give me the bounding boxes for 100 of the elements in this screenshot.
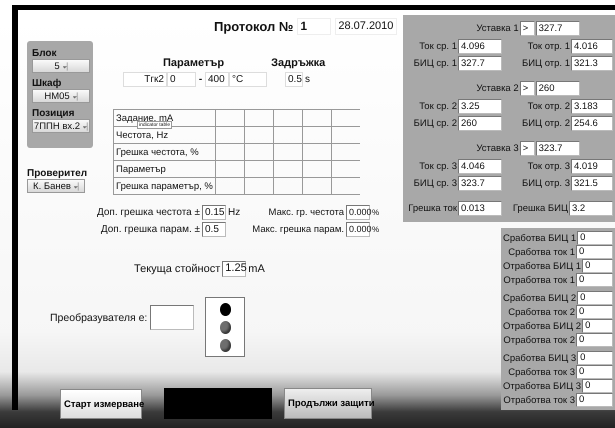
- trip-label: Сработва ток 2: [508, 306, 575, 318]
- trip-field[interactable]: 0: [577, 291, 613, 305]
- trip-field[interactable]: 0: [576, 393, 613, 407]
- delay-field[interactable]: 0.5: [285, 72, 303, 87]
- reading-label: Ток отр. 2: [528, 101, 570, 112]
- unit-label: %: [372, 208, 380, 217]
- trip-field[interactable]: 0: [577, 351, 613, 365]
- table-cell: [244, 126, 274, 144]
- trip-label: Отработва ток 2: [503, 334, 575, 346]
- reading-field[interactable]: 4.046: [458, 159, 502, 174]
- inspector-label: Проверител: [27, 168, 88, 179]
- table-cell: [331, 110, 360, 126]
- unit-label: s: [305, 74, 310, 85]
- reading-label: Ток отр. 3: [528, 161, 570, 172]
- table-cell: [244, 160, 274, 178]
- setpoint-field[interactable]: 323.7: [536, 141, 580, 156]
- min-field[interactable]: 0: [167, 72, 196, 87]
- date-field[interactable]: 28.07.2010: [335, 18, 398, 35]
- protocol-number-field[interactable]: 1: [297, 18, 332, 35]
- reading-field[interactable]: 4.019: [571, 159, 613, 174]
- caret-icon: [62, 62, 68, 70]
- parameter-name-field[interactable]: Тгк2: [123, 72, 167, 87]
- table-cell: [273, 178, 302, 194]
- reading-label: БИЦ ср. 1: [414, 58, 457, 69]
- table-cell: [302, 144, 332, 160]
- trip-field[interactable]: 0: [576, 365, 613, 379]
- reading-label: Ток ср. 2: [419, 101, 457, 112]
- reading-label: БИЦ отр. 2: [522, 118, 570, 129]
- table-cell: [273, 144, 302, 160]
- error-field[interactable]: 3.2: [569, 201, 613, 216]
- trip-label: Сработва БИЦ 1: [503, 232, 576, 244]
- dropdown[interactable]: 5: [32, 59, 90, 73]
- table-cell: [302, 160, 332, 178]
- unit-label: mA: [248, 263, 265, 275]
- setpoint-field[interactable]: 327.7: [536, 21, 580, 36]
- caret-icon: [74, 182, 79, 190]
- converter-label: Преобразувателя е:: [50, 312, 148, 324]
- operator-field[interactable]: >: [520, 21, 535, 36]
- operator-field[interactable]: >: [520, 141, 535, 156]
- dropdown[interactable]: К. Банев: [27, 179, 85, 193]
- selector-label: Блок: [32, 48, 58, 59]
- trip-label: Сработва ток 1: [508, 246, 575, 258]
- max-error-field[interactable]: 0.000: [346, 222, 370, 237]
- trip-field[interactable]: 0: [582, 259, 613, 273]
- setpoint-label: Уставка 3: [476, 143, 519, 154]
- reading-field[interactable]: 321.3: [571, 56, 613, 71]
- trip-field[interactable]: 0: [577, 231, 613, 245]
- converter-field[interactable]: [150, 305, 194, 330]
- reading-field[interactable]: 323.7: [458, 176, 502, 191]
- reading-field[interactable]: 4.096: [458, 39, 502, 54]
- trip-label: Сработва БИЦ 2: [503, 292, 576, 304]
- reading-field[interactable]: 3.25: [458, 99, 502, 114]
- trip-label: Отработва ток 1: [503, 274, 575, 286]
- trip-label: Сработва БИЦ 3: [503, 352, 576, 364]
- reading-field[interactable]: 321.5: [571, 176, 613, 191]
- trip-field[interactable]: 0: [576, 245, 613, 259]
- reading-label: Ток ср. 3: [419, 161, 457, 172]
- reading-field[interactable]: 260: [458, 116, 502, 131]
- selector-label: Шкаф: [32, 78, 62, 89]
- table-cell: [215, 144, 244, 160]
- max-error-field[interactable]: 0.000: [346, 205, 370, 220]
- unit-label: %: [372, 225, 380, 234]
- max-error-label: Макс. гр. честота: [268, 207, 344, 218]
- current-label: Текуща стойност: [134, 263, 220, 275]
- trip-field[interactable]: 0: [576, 273, 613, 287]
- row-label: Грешка параметър, %: [114, 178, 216, 194]
- operator-field[interactable]: >: [520, 81, 535, 96]
- max-field[interactable]: 400: [205, 72, 229, 87]
- setpoint-field[interactable]: 260: [536, 81, 580, 96]
- error-field[interactable]: 0.013: [458, 201, 502, 216]
- trip-field[interactable]: 0: [576, 305, 613, 319]
- start-button[interactable]: Старт измерване: [60, 389, 142, 419]
- dropdown[interactable]: HM05: [32, 89, 90, 103]
- range-separator: -: [198, 74, 204, 85]
- current-value-field[interactable]: 1.25: [222, 261, 246, 277]
- table-cell: [215, 178, 244, 194]
- trip-field[interactable]: 0: [576, 333, 613, 347]
- caret-icon: [83, 122, 88, 130]
- error-label: Грешка БИЦ: [512, 203, 568, 214]
- table-cell: [244, 144, 274, 160]
- table-cell: [273, 160, 302, 178]
- trip-field[interactable]: 0: [582, 319, 613, 333]
- setpoint-label: Уставка 2: [476, 83, 519, 94]
- dropdown[interactable]: 7ППН вх.2: [32, 119, 90, 133]
- trip-label: Отработва БИЦ 1: [503, 260, 582, 272]
- reading-field[interactable]: 254.6: [571, 116, 613, 131]
- parameter-heading: Параметър: [163, 57, 224, 69]
- trip-field[interactable]: 0: [582, 379, 613, 393]
- reading-field[interactable]: 3.183: [571, 99, 613, 114]
- unit-field[interactable]: °C: [229, 72, 267, 87]
- reading-field[interactable]: 327.7: [458, 56, 502, 71]
- reading-label: БИЦ отр. 3: [522, 178, 570, 189]
- row-label: Параметър: [114, 160, 216, 178]
- row-label: Грешка честота, %: [114, 144, 216, 160]
- tolerance-field[interactable]: 0.5: [202, 222, 226, 237]
- continue-button[interactable]: Продължи защити: [284, 388, 372, 419]
- reading-label: БИЦ ср. 2: [414, 118, 457, 129]
- tolerance-field[interactable]: 0.15: [202, 205, 226, 220]
- selector-label: Позиция: [32, 108, 76, 119]
- reading-field[interactable]: 4.016: [571, 39, 613, 54]
